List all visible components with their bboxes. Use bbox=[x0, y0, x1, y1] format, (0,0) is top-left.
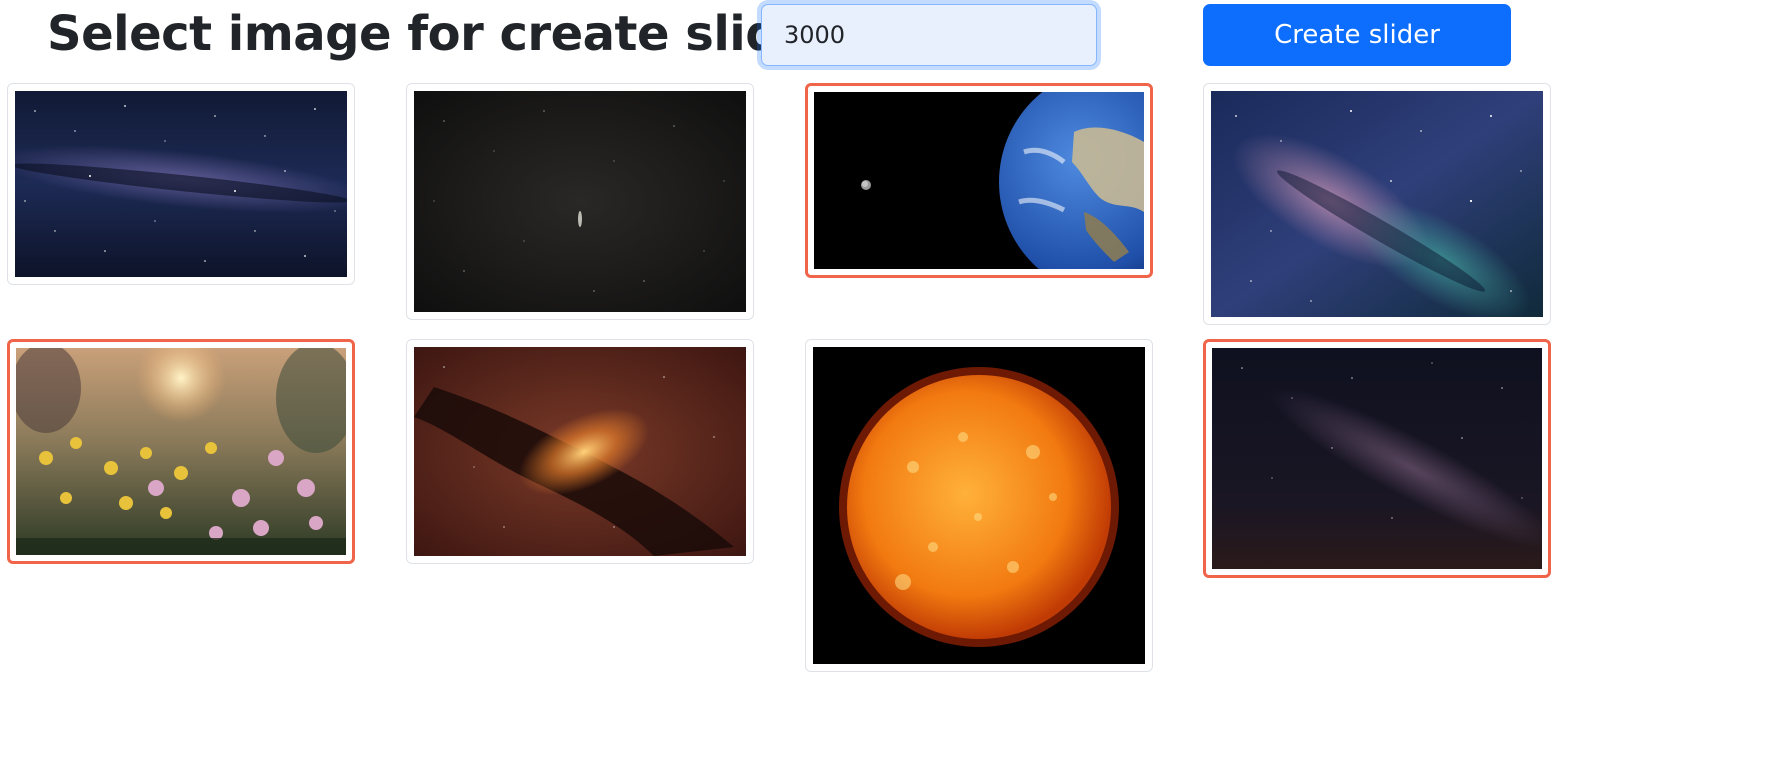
slider-duration-input[interactable] bbox=[761, 4, 1097, 66]
night-sky-milky-way-image bbox=[1212, 348, 1542, 569]
image-card-dark-starfield[interactable] bbox=[406, 83, 754, 320]
sun-image bbox=[813, 347, 1145, 664]
image-card-earth-and-moon[interactable] bbox=[805, 83, 1153, 278]
flowers-at-sunset-image bbox=[16, 348, 346, 555]
image-card-night-sky-milky-way[interactable] bbox=[1203, 339, 1551, 578]
milky-way-colorful-image bbox=[1211, 91, 1543, 317]
image-card-milky-way-panorama[interactable] bbox=[7, 83, 355, 285]
earth-and-moon-image bbox=[814, 92, 1144, 269]
dark-starfield-image bbox=[414, 91, 746, 312]
image-card-red-nebula[interactable] bbox=[406, 339, 754, 564]
red-nebula-image bbox=[414, 347, 746, 556]
page-title: Select image for create slider bbox=[47, 6, 835, 62]
image-card-milky-way-colorful[interactable] bbox=[1203, 83, 1551, 325]
image-card-sun[interactable] bbox=[805, 339, 1153, 672]
milky-way-panorama-image bbox=[15, 91, 347, 277]
create-slider-button[interactable]: Create slider bbox=[1203, 4, 1511, 66]
image-card-flowers-at-sunset[interactable] bbox=[7, 339, 355, 564]
